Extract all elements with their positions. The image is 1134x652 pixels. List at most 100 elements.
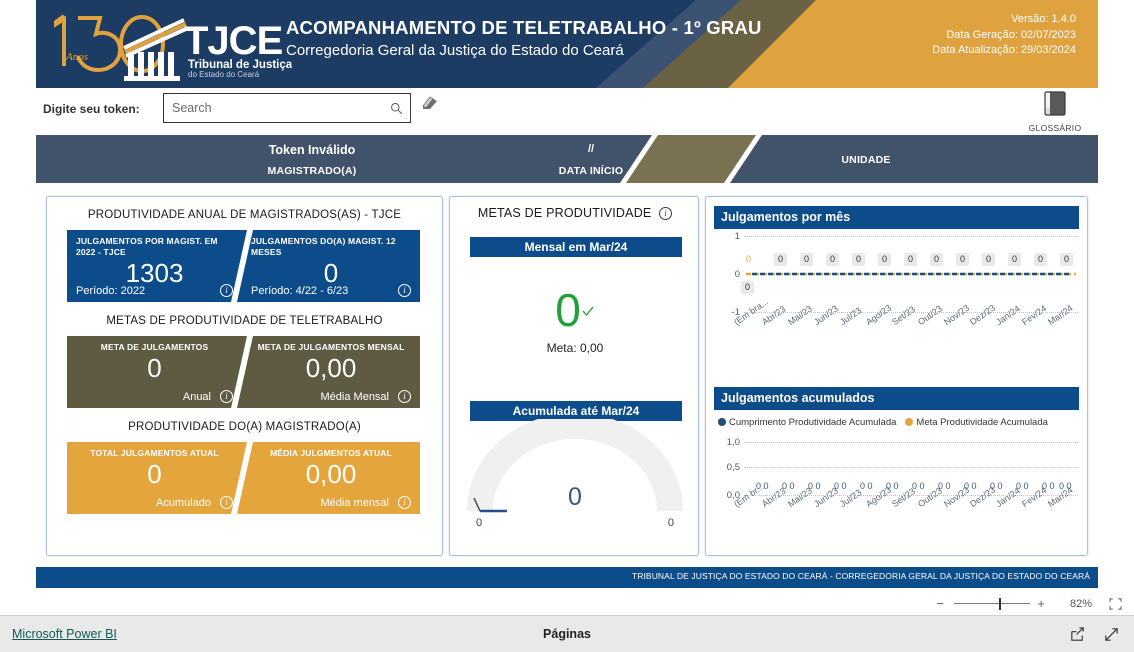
x-tick-label: Out/23	[916, 303, 944, 328]
kpi-tile-julgamentos-12-meses[interactable]: JULGAMENTOS DO(A) MAGIST. 12 MESES 0 Per…	[242, 230, 420, 302]
kpi-group-metas: META DE JULGAMENTOS 0 Anual i META DE JU…	[67, 336, 422, 408]
kpi-value: 1303	[125, 258, 184, 288]
kpi-tile-meta-julgamentos[interactable]: META DE JULGAMENTOS 0 Anual i	[67, 336, 242, 408]
gauge-max-label: 0	[667, 517, 674, 529]
legend-label-cumprimento: Cumprimento Produtividade Acumulada	[729, 417, 897, 428]
zoom-out-button[interactable]: −	[936, 593, 944, 615]
report-canvas: Anos TJCE Tribunal de Justiça do Estado …	[0, 0, 1134, 615]
book-icon	[1044, 91, 1066, 116]
section-title-metas: METAS DE PRODUTIVIDADE DE TELETRABALHO	[106, 315, 383, 327]
generation-date-text: Data Geração: 02/07/2023	[946, 28, 1076, 41]
zoom-percent-label: 82%	[1069, 598, 1092, 610]
x-tick-label: Jun/23	[812, 303, 840, 328]
data-label: 0	[1008, 253, 1022, 266]
gauge-min-label: 0	[476, 517, 483, 529]
kpi-caption: JULGAMENTOS POR MAGIST. EM 2022 - TJCE	[76, 236, 218, 257]
data-label: 0	[956, 253, 970, 266]
kpi-footer-text: Anual	[182, 391, 211, 403]
legend-label-meta: Meta Produtividade Acumulada	[916, 417, 1048, 428]
kpi-tile-meta-mensal[interactable]: META DE JULGAMENTOS MENSAL 0,00 Média Me…	[242, 336, 420, 408]
zoom-in-button[interactable]: +	[1037, 593, 1045, 615]
x-tick-label: Dez/23	[968, 302, 998, 328]
glossary-label: GLOSSÁRIO	[1028, 123, 1082, 133]
gridline	[744, 467, 1078, 468]
goals-title-text: METAS DE PRODUTIVIDADE	[477, 206, 652, 220]
zoom-strip: − + 82%	[0, 593, 1134, 615]
monthly-goal-value: 0	[450, 287, 700, 333]
gauge-value: 0	[568, 483, 582, 511]
eraser-icon	[422, 96, 437, 109]
search-input[interactable]	[172, 94, 377, 122]
kpi-value: 0	[323, 258, 339, 288]
y-tick: 1,0	[726, 437, 740, 448]
token-bar: Digite seu token: Search GLOSSÁRIO	[36, 88, 1098, 133]
data-label: 0	[904, 253, 918, 266]
legend-swatch-meta	[905, 418, 914, 426]
tjce-logo: Anos TJCE Tribunal de Justiça do Estado …	[42, 4, 292, 84]
page-title: ACOMPANHAMENTO DE TELETRABALHO - 1º GRAU	[286, 17, 762, 38]
info-icon[interactable]: i	[659, 207, 673, 221]
update-date-text: Data Atualização: 29/03/2024	[932, 44, 1076, 56]
data-label-meta: 0	[746, 254, 752, 264]
data-label: 0	[852, 253, 866, 266]
y-tick: 0,5	[726, 462, 740, 473]
chart-monthly-plot[interactable]: 1 0 -1 0 0 0 0 0 0 0 0 0 0 0 0 0 0 (Em b…	[714, 231, 1079, 356]
kpi-footer: Período: 4/22 - 6/23 i	[251, 284, 411, 297]
pages-button[interactable]: Páginas	[0, 627, 1134, 641]
chart-accumulated-legend[interactable]: Cumprimento Produtividade Acumulada Meta …	[718, 417, 1048, 428]
kpi-tile-media-julgamentos[interactable]: MÉDIA JULGMENTOS ATUAL 0,00 Média mensal…	[242, 442, 420, 514]
kpi-footer-text: Média mensal	[320, 497, 389, 509]
kpi-footer: Média Mensal i	[251, 390, 411, 403]
token-label: Digite seu token:	[43, 102, 140, 116]
kpi-value: 0,00	[305, 353, 357, 383]
data-label: 0	[982, 253, 996, 266]
chart-accumulated-plot[interactable]: 1,0 0,5 0,0 0 0 0 0 0 0 0 0 0 0 0 0 0 0 …	[714, 435, 1079, 555]
kpi-caption: MÉDIA JULGMENTOS ATUAL	[270, 448, 392, 458]
svg-text:Anos: Anos	[65, 51, 88, 63]
share-icon[interactable]	[1069, 626, 1086, 643]
version-text: Versão: 1.4.0	[1011, 13, 1076, 25]
zoom-slider-handle[interactable]	[999, 598, 1001, 610]
footer-text: TRIBUNAL DE JUSTIÇA DO ESTADO DO CEARÁ -…	[631, 571, 1090, 581]
svg-text:do Estado do Ceará: do Estado do Ceará	[188, 70, 260, 79]
x-tick-label: Nov/23	[942, 302, 972, 328]
kpi-caption: META DE JULGAMENTOS MENSAL	[257, 342, 405, 352]
tile-divider	[231, 336, 253, 408]
x-tick-label: Fev/24	[1020, 303, 1049, 328]
kpi-footer: Período: 2022 i	[76, 284, 233, 297]
fit-to-page-icon[interactable]	[1109, 598, 1122, 610]
data-label: 0	[1060, 253, 1074, 266]
data-label: 0	[741, 281, 755, 294]
kpi-tile-julgamentos-2022[interactable]: JULGAMENTOS POR MAGIST. EM 2022 - TJCE 1…	[67, 230, 242, 302]
monthly-goal-target: Meta: 0,00	[546, 341, 604, 355]
info-icon[interactable]: i	[398, 496, 411, 509]
glossary-button[interactable]: GLOSSÁRIO	[1020, 89, 1090, 133]
goals-panel: METAS DE PRODUTIVIDADE i Mensal em Mar/2…	[449, 196, 699, 556]
x-tick-label: Mai/23	[786, 303, 814, 328]
data-label: 0	[826, 253, 840, 266]
kpi-value: 0	[147, 353, 162, 383]
fullscreen-icon[interactable]	[1103, 626, 1120, 643]
svg-text:TJCE: TJCE	[184, 19, 283, 63]
y-tick: 0	[734, 269, 740, 280]
kpi-group-produtividade: TOTAL JULGAMENTOS ATUAL 0 Acumulado i MÉ…	[67, 442, 422, 514]
zoom-slider[interactable]	[954, 603, 1030, 604]
info-icon[interactable]: i	[398, 390, 411, 403]
accumulated-gauge: 0 0 0	[460, 413, 690, 537]
tile-divider	[231, 230, 253, 302]
kpi-footer-text: Acumulado	[155, 497, 211, 509]
clear-filters-button[interactable]	[419, 93, 451, 123]
info-icon[interactable]: i	[398, 284, 411, 297]
left-kpi-panel: PRODUTIVIDADE ANUAL DE MAGISTRADOS(AS) -…	[46, 196, 443, 556]
y-tick: 1	[734, 231, 740, 242]
kpi-tile-total-julgamentos[interactable]: TOTAL JULGAMENTOS ATUAL 0 Acumulado i	[67, 442, 242, 514]
kpi-footer-text: Período: 2022	[76, 285, 146, 297]
header-title-block: ACOMPANHAMENTO DE TELETRABALHO - 1º GRAU…	[286, 17, 762, 59]
kpi-footer: Acumulado i	[76, 496, 233, 509]
chart-monthly-title: Julgamentos por mês	[714, 206, 1079, 229]
kpi-value: 0	[147, 459, 162, 489]
data-label: 0	[800, 253, 814, 266]
token-search-box[interactable]	[163, 93, 411, 123]
power-bi-bottom-bar: Microsoft Power BI Páginas	[0, 615, 1134, 652]
data-label: 0	[1034, 253, 1048, 266]
